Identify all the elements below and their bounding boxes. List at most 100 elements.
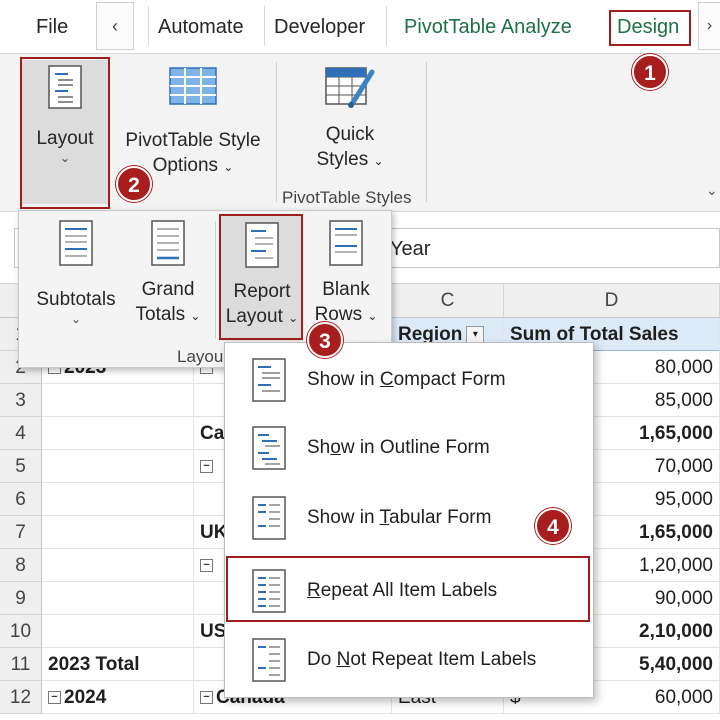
paint-brush-table-icon	[325, 67, 375, 108]
sales-value: 80,000	[654, 357, 713, 378]
table-cell-year[interactable]	[42, 417, 194, 450]
do-not-repeat-labels-item[interactable]: Do Not Repeat Item Labels	[229, 627, 589, 693]
row-header[interactable]: 7	[0, 516, 42, 549]
menu-label-prefix: Show in	[307, 369, 380, 390]
row-header[interactable]: 12	[0, 681, 42, 714]
table-cell-year[interactable]: −2024	[42, 681, 194, 714]
callout-badge: 1	[632, 54, 668, 90]
design-tab-highlight	[609, 10, 691, 46]
menu-label-suffix: ompact Form	[393, 369, 506, 390]
ribbon-group-divider	[276, 62, 277, 202]
subtotals-label: Subtotals	[36, 289, 116, 310]
menu-label-suffix: w in Outline Form	[340, 437, 490, 458]
row-header[interactable]: 5	[0, 450, 42, 483]
menu-item-label: Do Not Repeat Item Labels	[307, 649, 536, 671]
sales-value: 70,000	[654, 456, 713, 477]
table-cell-year[interactable]	[42, 549, 194, 582]
tab-pivottable-analyze[interactable]: PivotTable Analyze	[404, 10, 572, 44]
menu-item-label: Show in Compact Form	[307, 369, 506, 391]
row-header[interactable]: 9	[0, 582, 42, 615]
report-layout-highlight	[219, 214, 303, 340]
menu-label-suffix: ot Repeat Item Labels	[350, 649, 537, 670]
year-label: 2023 Total	[48, 654, 140, 675]
chevron-down-icon: ⌄	[70, 312, 82, 326]
grand-totals-button[interactable]: Grand Totals ⌄	[123, 219, 213, 339]
tab-file[interactable]: File	[36, 10, 68, 44]
outline-form-icon	[252, 426, 286, 470]
menu-access-key: T	[379, 507, 390, 528]
year-label: 2024	[64, 687, 107, 708]
no-repeat-labels-icon	[252, 638, 286, 682]
row-header[interactable]: 6	[0, 483, 42, 516]
menu-item-label: Show in Outline Form	[307, 437, 490, 459]
grand-totals-label-line1: Grand	[141, 279, 195, 300]
collapse-icon[interactable]: −	[200, 691, 213, 705]
menu-label-suffix: abular Form	[389, 507, 492, 528]
row-header[interactable]: 4	[0, 417, 42, 450]
table-cell-year[interactable]	[42, 615, 194, 648]
menu-item-label: Show in Tabular Form	[307, 507, 491, 529]
column-header-c[interactable]: C	[392, 284, 504, 318]
collapse-icon[interactable]: −	[48, 691, 61, 705]
table-cell-year[interactable]	[42, 384, 194, 417]
menu-label-prefix: Do	[307, 649, 337, 670]
menu-label-prefix: Show in	[307, 507, 380, 528]
repeat-labels-highlight	[226, 556, 590, 622]
pivottable-styles-group-label: PivotTable Styles	[282, 188, 412, 207]
collapse-icon[interactable]: −	[200, 460, 213, 474]
sales-value: 2,10,000	[639, 621, 713, 642]
row-header[interactable]: 8	[0, 549, 42, 582]
quick-styles-label-line2: Styles ⌄	[316, 149, 384, 170]
table-cell-year[interactable]	[42, 516, 194, 549]
quick-styles-label-line1: Quick	[325, 124, 375, 145]
blank-rows-button[interactable]: Blank Rows ⌄	[309, 219, 383, 339]
blank-rows-icon	[329, 220, 363, 266]
grand-totals-label-line2: Totals ⌄	[135, 304, 201, 325]
layout-group-label: Layou	[177, 347, 224, 366]
tab-separator	[386, 6, 387, 46]
outline-form-item[interactable]: Show in Outline Form	[229, 415, 589, 481]
sales-value: 60,000	[654, 687, 713, 708]
sales-value: 85,000	[654, 390, 713, 411]
table-cell-year[interactable]	[42, 450, 194, 483]
tab-scroll-left-button[interactable]: ‹	[96, 2, 134, 50]
collapse-icon[interactable]: −	[200, 559, 213, 573]
menu-label-prefix: Sh	[307, 437, 331, 458]
quick-styles-button[interactable]: Quick Styles ⌄	[300, 64, 400, 184]
sales-value: 90,000	[654, 588, 713, 609]
menu-access-key: o	[330, 437, 341, 458]
grid-table-icon	[169, 67, 217, 105]
grand-totals-icon	[151, 220, 185, 266]
pivottable-style-options-button[interactable]: PivotTable Style Options ⌄	[118, 60, 268, 180]
blank-rows-label-line1: Blank	[322, 279, 370, 300]
ribbon-group-divider	[426, 62, 427, 202]
tab-separator	[264, 6, 265, 46]
row-header[interactable]: 3	[0, 384, 42, 417]
tab-separator	[148, 6, 149, 46]
tab-automate[interactable]: Automate	[158, 10, 244, 44]
table-cell-year[interactable]: 2023 Total	[42, 648, 194, 681]
compact-form-item[interactable]: Show in Compact Form	[229, 347, 589, 413]
sales-value: 1,20,000	[639, 555, 713, 576]
row-header[interactable]: 10	[0, 615, 42, 648]
menu-access-key: N	[336, 649, 351, 670]
menu-access-key: C	[379, 369, 394, 390]
country-label: US	[200, 621, 227, 642]
sales-value: 95,000	[654, 489, 713, 510]
formula-value: Year	[390, 238, 431, 260]
row-header[interactable]: 11	[0, 648, 42, 681]
tabular-form-icon	[252, 496, 286, 540]
callout-badge: 2	[116, 166, 152, 202]
tab-developer[interactable]: Developer	[274, 10, 365, 44]
tabular-form-item[interactable]: Show in Tabular Form	[229, 485, 589, 551]
subtotals-button[interactable]: Subtotals ⌄	[29, 219, 123, 339]
callout-badge: 4	[535, 508, 571, 544]
compact-form-icon	[252, 358, 286, 402]
ribbon-expand-icon[interactable]: ⌄	[706, 182, 718, 199]
sales-value: 5,40,000	[639, 654, 713, 675]
tab-scroll-right-button[interactable]: ›	[698, 2, 720, 50]
country-label: Ca	[200, 423, 225, 444]
table-cell-year[interactable]	[42, 483, 194, 516]
column-header-d[interactable]: D	[504, 284, 720, 318]
table-cell-year[interactable]	[42, 582, 194, 615]
